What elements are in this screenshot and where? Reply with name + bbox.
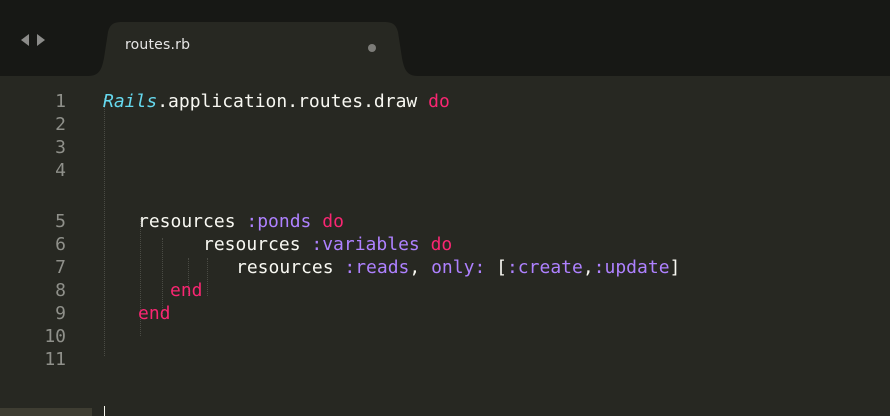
code-token: end [138, 303, 171, 324]
code-token: Rails [103, 91, 158, 112]
code-line: resources :variables do [203, 235, 452, 255]
code-token: do [430, 234, 453, 255]
code-token: :reads [344, 257, 410, 278]
triangle-left-icon[interactable] [20, 33, 30, 47]
code-token: .application.routes.draw [157, 91, 429, 112]
code-line: resources :reads, only: [:create,:update… [236, 258, 680, 278]
code-token: resources [138, 211, 247, 232]
code-token: :ponds [246, 211, 312, 232]
code-token: do [322, 211, 344, 232]
code-line: Rails.application.routes.draw do [103, 92, 450, 112]
code-line: end [170, 281, 203, 301]
code-editor-window: routes.rb 1 2 3 4 5 6 7 8 9 10 11 Rails.applicatio… [0, 0, 890, 416]
indent-guide [104, 98, 105, 356]
text-cursor [104, 406, 105, 416]
code-token: [ [485, 257, 507, 278]
code-token: only: [431, 257, 486, 278]
code-token: , [409, 257, 432, 278]
code-token: , [582, 257, 594, 278]
tab-title: routes.rb [125, 37, 191, 53]
code-token: :create [506, 257, 583, 278]
code-line: resources :ponds do [138, 212, 344, 232]
tab-routes-rb[interactable]: routes.rb [88, 22, 418, 76]
code-token: resources [236, 257, 345, 278]
code-line: end [138, 304, 171, 324]
code-token: do [428, 91, 450, 112]
tab-navigation [20, 30, 46, 50]
triangle-right-icon[interactable] [36, 33, 46, 47]
code-token: end [170, 280, 203, 301]
tab-bar: routes.rb [0, 0, 890, 76]
indent-guide [207, 258, 208, 296]
code-token: :variables [311, 234, 420, 255]
code-token: ] [669, 257, 681, 278]
code-token: resources [203, 234, 312, 255]
code-token: :update [593, 257, 670, 278]
code-area[interactable]: Rails.application.routes.draw do resource… [0, 76, 890, 416]
modified-dot-icon[interactable] [368, 44, 376, 52]
